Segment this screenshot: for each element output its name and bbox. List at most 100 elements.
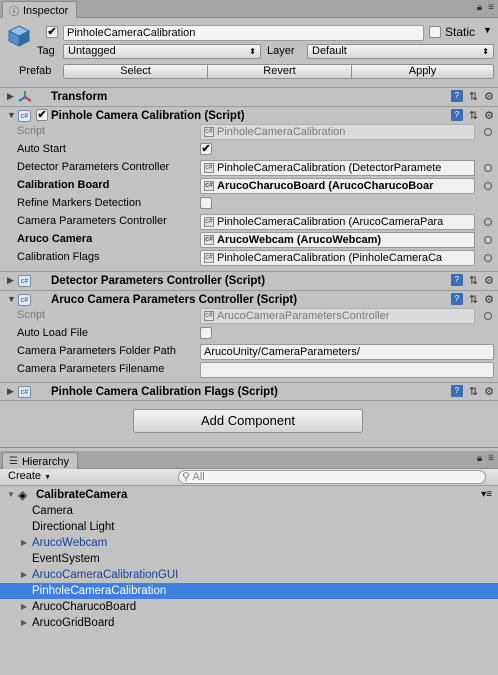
camparams-script-label: Script: [17, 309, 46, 321]
object-picker-icon[interactable]: [484, 236, 492, 244]
active-checkbox[interactable]: ✔: [46, 26, 58, 38]
folder-path-field[interactable]: ArucoUnity/CameraParameters/: [200, 344, 494, 360]
collapsed-arrow-icon[interactable]: ▶: [21, 567, 27, 583]
object-picker-icon[interactable]: [484, 182, 492, 190]
gear-icon[interactable]: ⚙: [484, 109, 494, 122]
prefab-apply-button[interactable]: Apply: [351, 64, 494, 79]
calibration-board-field[interactable]: c# ArucoCharucoBoard (ArucoCharucoBoar: [200, 178, 475, 194]
help-book-icon[interactable]: ?: [450, 90, 463, 102]
hierarchy-item-charuco-board[interactable]: ▶ ArucoCharucoBoard: [0, 599, 498, 615]
preset-icon[interactable]: ⇅: [469, 293, 478, 306]
auto-load-file-checkbox[interactable]: [200, 327, 212, 339]
help-book-icon[interactable]: ?: [450, 274, 463, 286]
preset-icon[interactable]: ⇅: [469, 109, 478, 122]
auto-start-checkbox[interactable]: ✔: [200, 143, 212, 155]
collapsed-arrow-icon[interactable]: ▶: [21, 599, 27, 615]
transform-header[interactable]: ▶ Transform ? ⇅ ⚙: [0, 87, 498, 106]
camera-params-controller-label: Camera Parameters Controller: [17, 215, 167, 227]
detector-script-header[interactable]: ▶ c# Detector Parameters Controller (Scr…: [0, 271, 498, 290]
script-asset-icon: c#: [204, 163, 214, 173]
help-book-icon[interactable]: ?: [450, 293, 463, 305]
layer-label: Layer: [267, 45, 295, 57]
filename-field[interactable]: [200, 362, 494, 378]
inspector-tab[interactable]: ⓘ Inspector: [2, 1, 78, 18]
hierarchy-item-label: ArucoCameraCalibrationGUI: [32, 569, 179, 581]
hierarchy-item-grid-board[interactable]: ▶ ArucoGridBoard: [0, 615, 498, 631]
hierarchy-tab-label: Hierarchy: [21, 455, 70, 468]
scene-row[interactable]: ▼ ◈ CalibrateCamera ▾≡: [0, 487, 498, 503]
auto-start-label: Auto Start: [17, 143, 66, 155]
create-dropdown[interactable]: Create ▼: [8, 470, 51, 482]
expanded-arrow-icon[interactable]: ▼: [7, 487, 15, 503]
object-picker-icon[interactable]: [484, 164, 492, 172]
calibration-flags-field[interactable]: c# PinholeCameraCalibration (PinholeCamer…: [200, 250, 475, 266]
camparams-script-header[interactable]: ▼ c# Aruco Camera Parameters Controller …: [0, 290, 498, 309]
object-picker-icon[interactable]: [484, 254, 492, 262]
object-name-field[interactable]: PinholeCameraCalibration: [63, 25, 424, 41]
prefab-revert-button[interactable]: Revert: [207, 64, 352, 79]
chevron-updown-icon: ⬍: [249, 47, 256, 56]
collapsed-arrow-icon[interactable]: ▶: [21, 535, 27, 551]
inspector-tab-bar: ⓘ Inspector 🔒︎ ≡: [0, 0, 498, 18]
add-component-button[interactable]: Add Component: [133, 409, 363, 433]
object-picker-icon[interactable]: [484, 218, 492, 226]
refine-markers-label: Refine Markers Detection: [17, 197, 142, 209]
lock-icon[interactable]: 🔒︎: [477, 453, 482, 464]
calibration-script-enabled-checkbox[interactable]: ✔: [36, 109, 48, 121]
lock-icon[interactable]: 🔒︎: [477, 2, 482, 13]
menu-icon[interactable]: ≡: [488, 2, 494, 13]
list-icon: ☰: [9, 456, 18, 467]
preset-icon[interactable]: ⇅: [469, 274, 478, 287]
preset-icon[interactable]: ⇅: [469, 385, 478, 398]
prefab-select-button[interactable]: Select: [63, 64, 208, 79]
unity-scene-icon: ◈: [18, 488, 28, 502]
menu-icon[interactable]: ≡: [488, 453, 494, 464]
filename-label: Camera Parameters Filename: [17, 363, 165, 375]
help-book-icon[interactable]: ?: [450, 385, 463, 397]
flags-script-header[interactable]: ▶ c# Pinhole Camera Calibration Flags (S…: [0, 382, 498, 400]
expanded-arrow-icon[interactable]: ▼: [7, 294, 16, 304]
hierarchy-item-eventsystem[interactable]: EventSystem: [0, 551, 498, 567]
hierarchy-tab[interactable]: ☰ Hierarchy: [2, 452, 79, 469]
collapsed-arrow-icon[interactable]: ▶: [7, 386, 14, 397]
scene-menu-icon[interactable]: ▾≡: [481, 487, 492, 503]
object-picker-icon[interactable]: [484, 312, 492, 320]
hierarchy-item-arucowebcam[interactable]: ▶ ArucoWebcam: [0, 535, 498, 551]
camera-params-controller-value: PinholeCameraCalibration (ArucoCameraPar…: [217, 215, 444, 228]
detector-params-field[interactable]: c# PinholeCameraCalibration (DetectorPara…: [200, 160, 475, 176]
gear-icon[interactable]: ⚙: [484, 274, 494, 287]
gear-icon[interactable]: ⚙: [484, 90, 494, 103]
static-checkbox[interactable]: [429, 26, 441, 38]
tag-dropdown[interactable]: Untagged ⬍: [63, 44, 261, 59]
tag-label: Tag: [37, 45, 55, 57]
aruco-camera-field[interactable]: c# ArucoWebcam (ArucoWebcam): [200, 232, 475, 248]
collapsed-arrow-icon[interactable]: ▶: [7, 91, 14, 102]
collapsed-arrow-icon[interactable]: ▶: [7, 275, 14, 286]
static-label: Static: [445, 25, 476, 39]
detector-params-label: Detector Parameters Controller: [17, 161, 170, 173]
refine-markers-checkbox[interactable]: [200, 197, 212, 209]
gear-icon[interactable]: ⚙: [484, 385, 494, 398]
layer-dropdown[interactable]: Default ⬍: [307, 44, 494, 59]
preset-icon[interactable]: ⇅: [469, 90, 478, 103]
transform-icon: [18, 90, 32, 107]
expanded-arrow-icon[interactable]: ▼: [7, 110, 16, 120]
camera-params-controller-field[interactable]: c# PinholeCameraCalibration (ArucoCameraP…: [200, 214, 475, 230]
script-icon: c#: [18, 294, 31, 306]
static-dropdown-icon[interactable]: ▼: [483, 25, 492, 35]
calibration-script-header[interactable]: ▼ c# ✔ Pinhole Camera Calibration (Scrip…: [0, 106, 498, 125]
camparams-script-field: c# ArucoCameraParametersController: [200, 308, 475, 324]
object-picker-icon[interactable]: [484, 128, 492, 136]
detector-script-title: Detector Parameters Controller (Script): [51, 275, 266, 287]
hierarchy-item-camera[interactable]: Camera: [0, 503, 498, 519]
search-input[interactable]: ⚲ All: [178, 470, 486, 484]
hierarchy-item-calibration-gui[interactable]: ▶ ArucoCameraCalibrationGUI: [0, 567, 498, 583]
hierarchy-item-directional-light[interactable]: Directional Light: [0, 519, 498, 535]
hierarchy-item-pinhole-calibration[interactable]: PinholeCameraCalibration: [0, 583, 498, 599]
script-asset-icon: c#: [204, 127, 214, 137]
gear-icon[interactable]: ⚙: [484, 293, 494, 306]
collapsed-arrow-icon[interactable]: ▶: [21, 615, 27, 631]
create-label: Create: [8, 470, 42, 482]
script-icon: c#: [18, 110, 31, 122]
help-book-icon[interactable]: ?: [450, 109, 463, 121]
